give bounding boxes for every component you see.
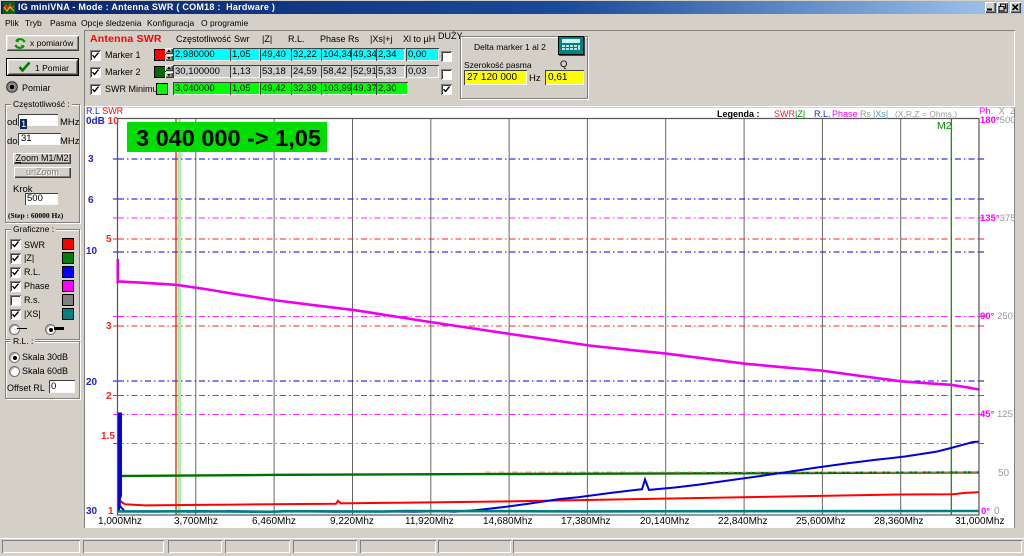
svg-text:M2: M2 [937, 120, 952, 132]
